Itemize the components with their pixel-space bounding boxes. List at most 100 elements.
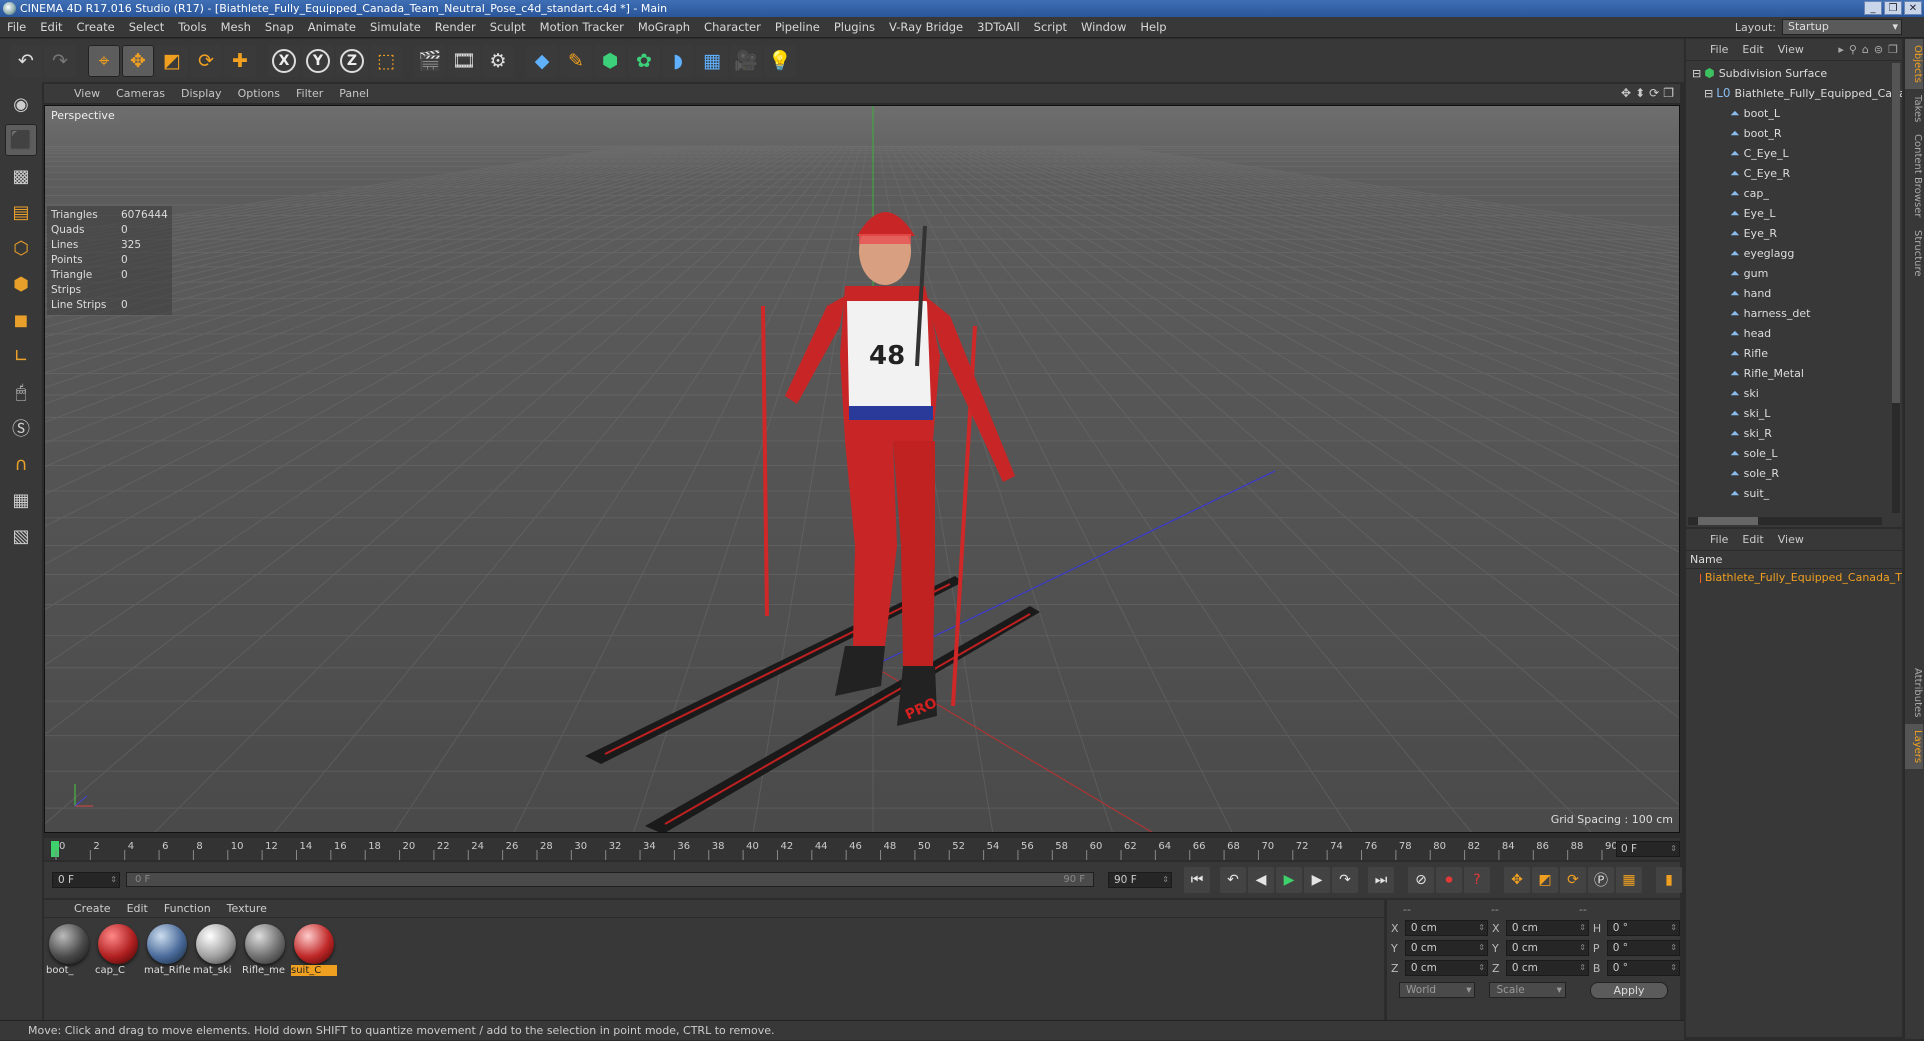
size-z-field[interactable]: 0 cm bbox=[1505, 960, 1589, 976]
tree-item-subdivision-surface[interactable]: ⊟ ⬢ Subdivision Surface bbox=[1686, 63, 1902, 83]
undo-icon[interactable]: ↶ bbox=[10, 44, 42, 77]
tree-item-object[interactable]: ⏶ boot_L bbox=[1686, 103, 1902, 123]
rotation-p-field[interactable]: 0 ° bbox=[1606, 940, 1680, 956]
autokeying-icon[interactable]: ⏺ bbox=[1436, 867, 1462, 893]
deformer-icon[interactable]: ◗ bbox=[662, 44, 694, 77]
keyframe-selection-icon[interactable]: ? bbox=[1464, 867, 1490, 893]
viewport-menu-cameras[interactable]: Cameras bbox=[108, 87, 173, 100]
key-rotation-icon[interactable]: ⟳ bbox=[1560, 867, 1586, 893]
minimize-button[interactable]: _ bbox=[1864, 1, 1882, 15]
key-scale-icon[interactable]: ◩ bbox=[1532, 867, 1558, 893]
viewport-menu-options[interactable]: Options bbox=[230, 87, 288, 100]
frame-range-slider[interactable]: 0 F 90 F bbox=[126, 872, 1094, 887]
tree-item-object[interactable]: ⏶ C_Eye_L bbox=[1686, 143, 1902, 163]
next-keyframe-icon[interactable]: ↷ bbox=[1332, 867, 1358, 893]
axis-mode-icon[interactable]: ∟ bbox=[5, 340, 37, 372]
array-generator-icon[interactable]: ✿ bbox=[628, 44, 660, 77]
redo-icon[interactable]: ↷ bbox=[44, 44, 76, 77]
size-mode-dropdown[interactable]: Scale bbox=[1489, 982, 1566, 998]
key-parameter-icon[interactable]: Ⓟ bbox=[1588, 867, 1614, 893]
model-mode-icon[interactable]: ⬛ bbox=[5, 124, 37, 156]
layer-menu-edit[interactable]: Edit bbox=[1742, 533, 1763, 546]
light-icon[interactable]: 💡 bbox=[764, 44, 796, 77]
snap-enable-icon[interactable]: Ⓢ bbox=[5, 412, 37, 444]
tree-item-object[interactable]: ⏶ gum bbox=[1686, 263, 1902, 283]
home-icon[interactable]: ⌂ bbox=[1862, 43, 1869, 56]
next-frame-icon[interactable]: ▶ bbox=[1304, 867, 1330, 893]
timeline-ruler[interactable]: 0 2 4 6 8 10 12 14 16 18 20 22 24 26 28 30 32 34 36 38 40 42 4… bbox=[44, 838, 1680, 860]
coordinate-system-icon[interactable]: ⬚ bbox=[370, 44, 402, 77]
viewport-move-icon[interactable]: ✥ bbox=[1621, 86, 1631, 100]
menu-script[interactable]: Script bbox=[1027, 20, 1074, 34]
material-menu-create[interactable]: Create bbox=[66, 902, 119, 915]
coordinate-space-dropdown[interactable]: World bbox=[1399, 982, 1476, 998]
workplane-lock-icon[interactable]: ▦ bbox=[5, 484, 37, 516]
object-menu-edit[interactable]: Edit bbox=[1742, 43, 1763, 56]
end-frame-field[interactable]: 90 F bbox=[1108, 872, 1172, 888]
rotation-h-field[interactable]: 0 ° bbox=[1606, 920, 1680, 936]
new-window-icon[interactable]: ❐ bbox=[1888, 43, 1898, 56]
material-rifle-metal[interactable]: Rifle_me bbox=[242, 924, 288, 976]
tree-item-object[interactable]: ⏶ suit_ bbox=[1686, 483, 1902, 503]
tree-item-object[interactable]: ⏶ head bbox=[1686, 323, 1902, 343]
layer-item[interactable]: Biathlete_Fully_Equipped_Canada_T bbox=[1686, 569, 1902, 587]
search-icon[interactable]: ⚲ bbox=[1849, 43, 1857, 56]
tree-item-object[interactable]: ⏶ cap_ bbox=[1686, 183, 1902, 203]
tree-item-object[interactable]: ⏶ C_Eye_R bbox=[1686, 163, 1902, 183]
menu-window[interactable]: Window bbox=[1074, 20, 1133, 34]
tree-item-object[interactable]: ⏶ ski bbox=[1686, 383, 1902, 403]
tree-item-object[interactable]: ⏶ Rifle_Metal bbox=[1686, 363, 1902, 383]
subdivision-surface-icon[interactable]: ⬢ bbox=[594, 44, 626, 77]
menu-mograph[interactable]: MoGraph bbox=[631, 20, 697, 34]
position-x-field[interactable]: 0 cm bbox=[1404, 920, 1488, 936]
menu-motion-tracker[interactable]: Motion Tracker bbox=[533, 20, 631, 34]
viewport-menu-filter[interactable]: Filter bbox=[288, 87, 331, 100]
camera-icon[interactable]: 🎥 bbox=[730, 44, 762, 77]
menu-animate[interactable]: Animate bbox=[301, 20, 363, 34]
tree-item-object[interactable]: ⏶ hand bbox=[1686, 283, 1902, 303]
edges-mode-icon[interactable]: ⬢ bbox=[5, 268, 37, 300]
y-axis-lock-icon[interactable]: Y bbox=[302, 44, 334, 77]
play-icon[interactable]: ▶ bbox=[1276, 867, 1302, 893]
material-menu-edit[interactable]: Edit bbox=[119, 902, 156, 915]
position-y-field[interactable]: 0 cm bbox=[1404, 940, 1488, 956]
tab-objects[interactable]: Objects bbox=[1905, 39, 1923, 89]
menu-plugins[interactable]: Plugins bbox=[827, 20, 882, 34]
tab-attributes[interactable]: Attributes bbox=[1905, 662, 1923, 723]
tree-item-object[interactable]: ⏶ Eye_R bbox=[1686, 223, 1902, 243]
menu-tools[interactable]: Tools bbox=[171, 20, 213, 34]
rotation-b-field[interactable]: 0 ° bbox=[1606, 960, 1680, 976]
move-tool-icon[interactable]: ✥ bbox=[122, 44, 154, 77]
x-axis-lock-icon[interactable]: X bbox=[268, 44, 300, 77]
menu-select[interactable]: Select bbox=[122, 20, 171, 34]
arrow-right-icon[interactable]: ▸ bbox=[1838, 43, 1844, 56]
viewport-menu-display[interactable]: Display bbox=[173, 87, 230, 100]
record-keys-icon[interactable]: ⊘ bbox=[1408, 867, 1434, 893]
playhead-marker[interactable] bbox=[51, 841, 59, 857]
pen-spline-icon[interactable]: ✎ bbox=[560, 44, 592, 77]
tweak-mode-icon[interactable]: 🖱 bbox=[5, 376, 37, 408]
menu-file[interactable]: File bbox=[0, 20, 33, 34]
cube-primitive-icon[interactable]: ◆ bbox=[526, 44, 558, 77]
menu-character[interactable]: Character bbox=[697, 20, 768, 34]
render-settings-icon[interactable]: ⚙ bbox=[482, 44, 514, 77]
collapse-icon[interactable]: ⊟ bbox=[1704, 87, 1713, 100]
material-menu-texture[interactable]: Texture bbox=[219, 902, 275, 915]
perspective-viewport[interactable]: 48 PRO Perspective Triangles 6076444 Quad… bbox=[44, 105, 1680, 833]
tree-item-object[interactable]: ⏶ sole_L bbox=[1686, 443, 1902, 463]
key-position-icon[interactable]: ✥ bbox=[1504, 867, 1530, 893]
tab-layers[interactable]: Layers bbox=[1905, 723, 1923, 769]
layer-menu-view[interactable]: View bbox=[1778, 533, 1804, 546]
menu-snap[interactable]: Snap bbox=[258, 20, 301, 34]
previous-keyframe-icon[interactable]: ↶ bbox=[1220, 867, 1246, 893]
viewport-maximize-icon[interactable]: ❐ bbox=[1663, 86, 1674, 100]
tab-takes[interactable]: Takes bbox=[1905, 89, 1923, 128]
viewport-rotate-icon[interactable]: ⟳ bbox=[1649, 86, 1659, 100]
size-y-field[interactable]: 0 cm bbox=[1505, 940, 1589, 956]
menu-3dtoall[interactable]: 3DToAll bbox=[970, 20, 1027, 34]
layout-dropdown[interactable]: Startup bbox=[1782, 19, 1902, 35]
object-vertical-scrollbar[interactable] bbox=[1892, 63, 1900, 513]
apply-button[interactable]: Apply bbox=[1589, 982, 1669, 999]
scale-tool-icon[interactable]: ◩ bbox=[156, 44, 188, 77]
tab-content-browser[interactable]: Content Browser bbox=[1905, 128, 1923, 223]
